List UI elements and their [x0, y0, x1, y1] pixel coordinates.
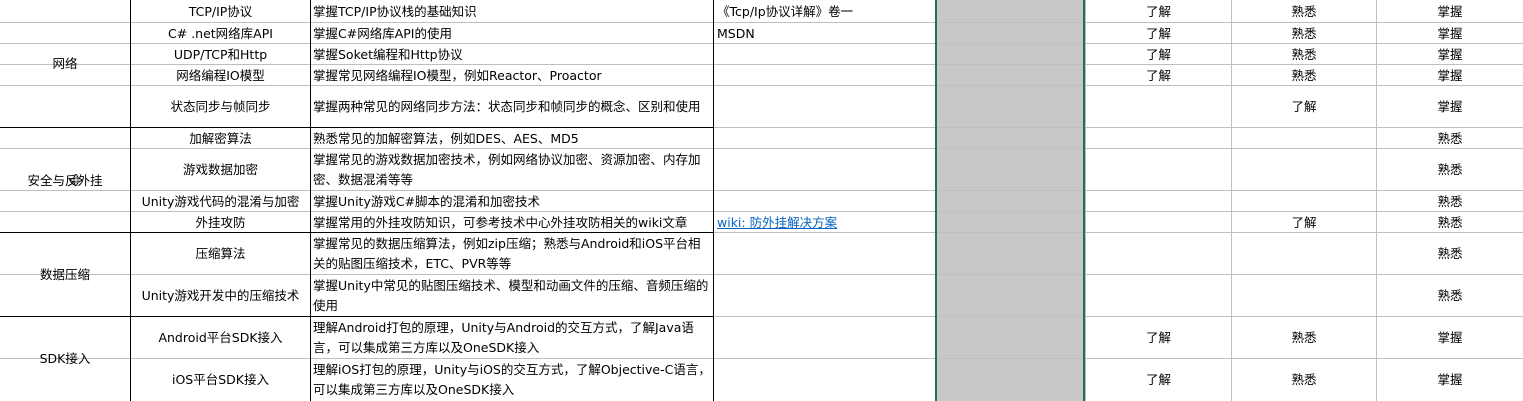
level-3-cell[interactable]: 掌握	[1377, 65, 1523, 86]
group-cell[interactable]: 网络	[0, 0, 130, 128]
topic-cell[interactable]: TCP/IP协议	[131, 0, 310, 23]
group-cell[interactable]: 安全与反外挂	[0, 128, 130, 233]
level-2-cell[interactable]: 熟悉	[1232, 44, 1376, 65]
topic-cell[interactable]: 状态同步与帧同步	[131, 86, 310, 128]
description-cell[interactable]: 掌握常用的外挂攻防知识，可参考技术中心外挂攻防相关的wiki文章	[311, 212, 713, 233]
description-cell[interactable]: 掌握常见网络编程IO模型，例如Reactor、Proactor	[311, 65, 713, 86]
level-1-cell[interactable]	[1086, 233, 1231, 275]
level-1-cell[interactable]: 了解	[1086, 317, 1231, 359]
level-1-cell[interactable]: 了解	[1086, 44, 1231, 65]
topic-cell[interactable]: 压缩算法	[131, 233, 310, 275]
topic-cell[interactable]: C# .net网络库API	[131, 23, 310, 44]
level-2-cell[interactable]: 熟悉	[1232, 23, 1376, 44]
column-border	[1083, 0, 1085, 401]
spreadsheet-grid: 网络 安全与反外挂 数据压缩 SDK接入 TCP/IP协议 掌握TCP/IP协议栈的基础知…	[0, 0, 1523, 401]
level-3-cell[interactable]: 掌握	[1377, 44, 1523, 65]
level-1-cell[interactable]	[1086, 128, 1231, 149]
description-cell[interactable]: 掌握常见的数据压缩算法，例如zip压缩；熟悉与Android和iOS平台相关的贴…	[311, 233, 713, 275]
reference-cell[interactable]	[714, 359, 935, 401]
level-1-cell[interactable]	[1086, 191, 1231, 212]
description-cell[interactable]: 掌握Unity中常见的贴图压缩技术、模型和动画文件的压缩、音频压缩的使用	[311, 275, 713, 317]
level-3-cell[interactable]: 熟悉	[1377, 275, 1523, 317]
topic-cell[interactable]: 游戏数据加密	[131, 149, 310, 191]
level-1-cell[interactable]	[1086, 212, 1231, 233]
description-cell[interactable]: 掌握Unity游戏C#脚本的混淆和加密技术	[311, 191, 713, 212]
column-border	[935, 0, 937, 401]
level-2-cell[interactable]: 熟悉	[1232, 317, 1376, 359]
level-1-cell[interactable]	[1086, 86, 1231, 128]
topic-cell[interactable]: UDP/TCP和Http	[131, 44, 310, 65]
level-2-cell[interactable]: 熟悉	[1232, 0, 1376, 23]
level-2-cell[interactable]	[1232, 191, 1376, 212]
level-2-cell[interactable]	[1232, 233, 1376, 275]
group-cell[interactable]: 数据压缩	[0, 233, 130, 317]
topic-cell[interactable]: Android平台SDK接入	[131, 317, 310, 359]
reference-cell[interactable]: wiki: 防外挂解决方案	[714, 212, 935, 233]
description-cell[interactable]: 掌握两种常见的网络同步方法：状态同步和帧同步的概念、区别和使用	[311, 86, 713, 128]
description-cell[interactable]: 理解Android打包的原理，Unity与Android的交互方式，了解Java…	[311, 317, 713, 359]
level-3-cell[interactable]: 掌握	[1377, 0, 1523, 23]
level-1-cell[interactable]	[1086, 275, 1231, 317]
reference-cell[interactable]	[714, 149, 935, 191]
reference-cell[interactable]	[714, 128, 935, 149]
reference-cell[interactable]	[714, 191, 935, 212]
topic-cell[interactable]: 外挂攻防	[131, 212, 310, 233]
description-cell[interactable]: 掌握TCP/IP协议栈的基础知识	[311, 0, 713, 23]
topic-cell[interactable]: 网络编程IO模型	[131, 65, 310, 86]
description-cell[interactable]: 掌握Soket编程和Http协议	[311, 44, 713, 65]
level-2-cell[interactable]: 熟悉	[1232, 359, 1376, 401]
topic-cell[interactable]: Unity游戏开发中的压缩技术	[131, 275, 310, 317]
description-cell[interactable]: 掌握C#网络库API的使用	[311, 23, 713, 44]
level-3-cell[interactable]: 掌握	[1377, 317, 1523, 359]
level-1-cell[interactable]	[1086, 149, 1231, 191]
description-cell[interactable]: 熟悉常见的加解密算法，例如DES、AES、MD5	[311, 128, 713, 149]
description-cell[interactable]: 掌握常见的游戏数据加密技术，例如网络协议加密、资源加密、内存加密、数据混淆等等	[311, 149, 713, 191]
level-2-cell[interactable]	[1232, 128, 1376, 149]
description-cell[interactable]: 理解iOS打包的原理，Unity与iOS的交互方式，了解Objective-C语…	[311, 359, 713, 401]
group-cell[interactable]: SDK接入	[0, 317, 130, 401]
level-3-cell[interactable]: 熟悉	[1377, 128, 1523, 149]
level-1-cell[interactable]: 了解	[1086, 65, 1231, 86]
level-1-cell[interactable]: 了解	[1086, 23, 1231, 44]
level-1-cell[interactable]: 了解	[1086, 359, 1231, 401]
reference-cell[interactable]	[714, 65, 935, 86]
topic-cell[interactable]: 加解密算法	[131, 128, 310, 149]
reference-link[interactable]: wiki: 防外挂解决方案	[717, 213, 837, 233]
gray-column	[936, 0, 1083, 401]
level-2-cell[interactable]: 了解	[1232, 86, 1376, 128]
level-2-cell[interactable]	[1232, 149, 1376, 191]
level-3-cell[interactable]: 掌握	[1377, 86, 1523, 128]
reference-cell[interactable]: 《Tcp/Ip协议详解》卷一	[714, 0, 935, 23]
level-1-cell[interactable]: 了解	[1086, 0, 1231, 23]
move-cursor-icon	[70, 174, 82, 186]
level-3-cell[interactable]: 熟悉	[1377, 212, 1523, 233]
reference-cell[interactable]	[714, 317, 935, 359]
level-3-cell[interactable]: 熟悉	[1377, 149, 1523, 191]
level-2-cell[interactable]	[1232, 275, 1376, 317]
topic-cell[interactable]: Unity游戏代码的混淆与加密	[131, 191, 310, 212]
level-3-cell[interactable]: 熟悉	[1377, 233, 1523, 275]
reference-cell[interactable]	[714, 44, 935, 65]
level-2-cell[interactable]: 了解	[1232, 212, 1376, 233]
reference-cell[interactable]: MSDN	[714, 23, 935, 44]
level-3-cell[interactable]: 掌握	[1377, 23, 1523, 44]
topic-cell[interactable]: iOS平台SDK接入	[131, 359, 310, 401]
reference-cell[interactable]	[714, 233, 935, 275]
reference-cell[interactable]	[714, 86, 935, 128]
level-3-cell[interactable]: 熟悉	[1377, 191, 1523, 212]
level-3-cell[interactable]: 掌握	[1377, 359, 1523, 401]
reference-cell[interactable]	[714, 275, 935, 317]
level-2-cell[interactable]: 熟悉	[1232, 65, 1376, 86]
